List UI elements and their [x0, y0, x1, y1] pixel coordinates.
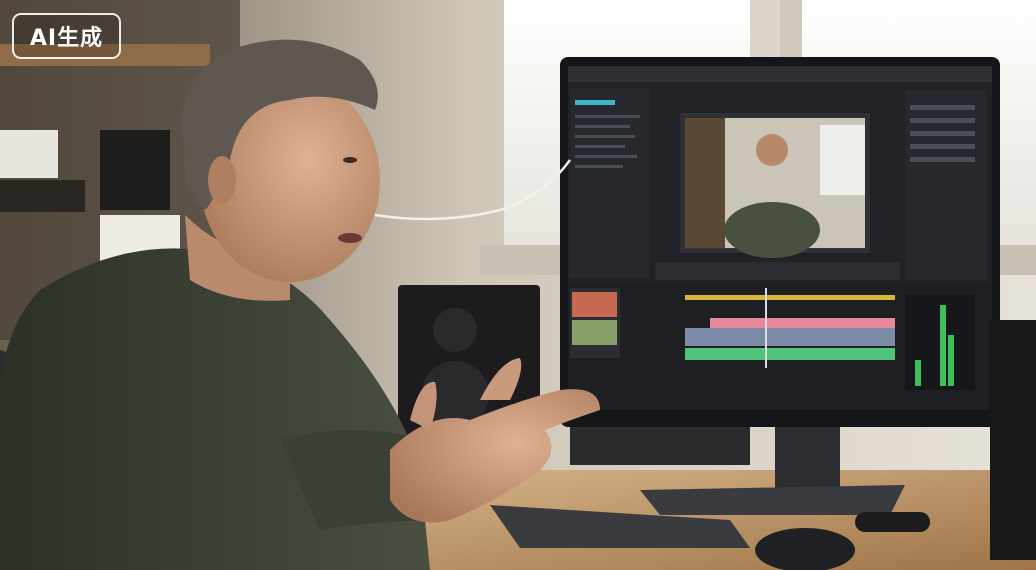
ai-generated-label: AI生成	[29, 26, 104, 51]
desk-cable-coil	[855, 512, 930, 532]
mouse	[755, 528, 855, 570]
window-frame	[490, 0, 504, 270]
preview-person-head	[756, 134, 788, 166]
audio-meter-2	[940, 305, 946, 386]
ai-generated-badge: AI生成	[12, 13, 121, 59]
shelf-speaker	[100, 130, 170, 210]
timeline-track-pink	[710, 318, 895, 328]
man-eye	[343, 157, 357, 163]
timeline-track-yellow	[685, 295, 895, 300]
bin-thumb-1	[572, 292, 617, 317]
speaker-tweeter	[433, 308, 477, 352]
man-ear	[208, 156, 236, 204]
ui-toolbar	[568, 66, 992, 82]
audio-meter-3	[948, 335, 954, 386]
preview-shelf	[685, 118, 725, 248]
photo-scene: AI生成	[0, 0, 1036, 570]
speaker-right	[990, 320, 1036, 560]
audio-meter-1	[915, 360, 921, 386]
timeline-audio-track	[685, 348, 895, 360]
monitor-base	[640, 485, 905, 515]
shelf-paper	[0, 130, 58, 178]
scene-illustration	[0, 0, 1036, 570]
shelf-device	[0, 180, 85, 212]
ui-tab-highlight	[575, 100, 615, 105]
ui-transport	[655, 262, 900, 280]
preview-person-body	[724, 202, 820, 258]
preview-window	[820, 125, 865, 195]
man-mouth	[338, 233, 362, 243]
timeline-playhead	[765, 288, 767, 368]
bin-thumb-2	[572, 320, 617, 345]
timeline-video-clips	[685, 328, 895, 346]
desk-device	[570, 425, 750, 465]
